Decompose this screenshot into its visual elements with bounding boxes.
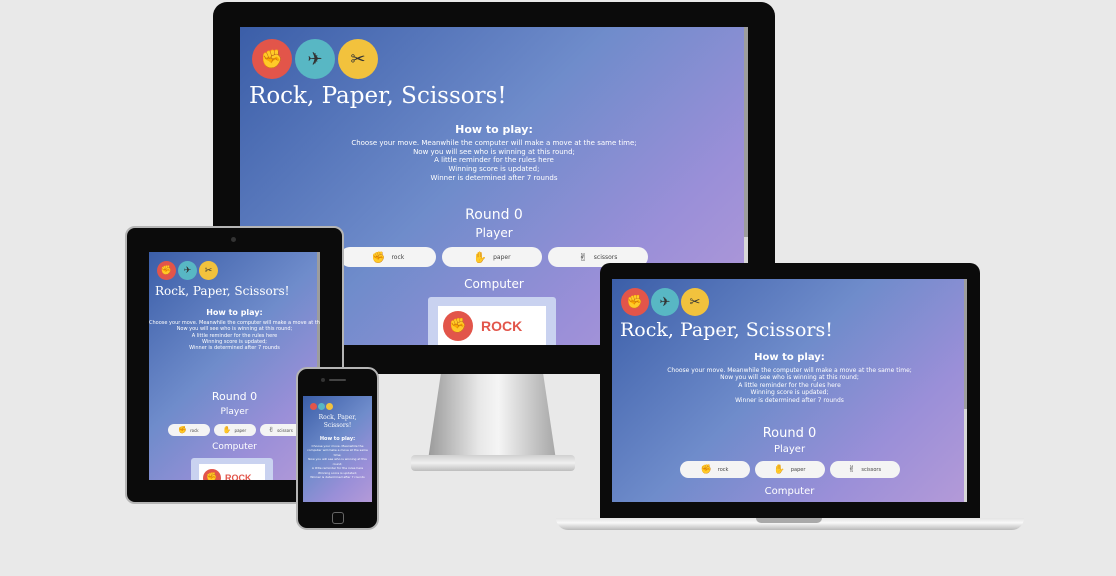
page-title: Rock, Paper, Scissors!: [155, 284, 290, 298]
rock-button[interactable]: ✊ rock: [679, 461, 750, 478]
page-title: Rock, Paper, Scissors!: [620, 319, 833, 341]
phone-home-button[interactable]: [332, 512, 344, 524]
paper-button[interactable]: ✋ paper: [213, 424, 256, 436]
page-title: Rock, Paper, Scissors!: [249, 83, 507, 109]
rock-hand-icon: ✊: [157, 261, 176, 280]
tablet-screen: ✊ ✈ ✂ Rock, Paper, Scissors! How to play…: [149, 252, 320, 480]
paper-plane-icon: ✈: [295, 39, 335, 79]
paper-button-label: paper: [234, 427, 247, 433]
logo: ✊ ✈ ✂: [252, 39, 378, 79]
rock-hand-icon: ✊: [371, 250, 386, 264]
how-to-play: How to play: Choose your move. Meanwhile…: [612, 352, 967, 404]
paper-button[interactable]: ✋ paper: [754, 461, 825, 478]
how-to-play: How to play: Choose your move. Meanwhile…: [306, 436, 369, 480]
how-to-play: How to play: Choose your move. Meanwhile…: [149, 308, 320, 351]
rock-button-label: rock: [391, 253, 405, 261]
laptop-notch: [756, 518, 822, 523]
scissors-button-label: scissors: [861, 466, 882, 473]
computer-label: Computer: [212, 442, 257, 452]
scissors-button-label: scissors: [277, 427, 293, 433]
paper-hand-icon: ✋: [473, 250, 488, 264]
scissors-hand-icon: ✌: [578, 250, 588, 264]
player-label: Player: [773, 444, 806, 455]
paper-hand-icon: ✋: [773, 464, 785, 475]
page-title: Rock, Paper, Scissors!: [318, 414, 357, 429]
computer-choice-text: ROCK: [481, 318, 523, 334]
computer-choice-card: ✊ ROCK: [438, 306, 546, 345]
monitor-stand: [428, 374, 556, 460]
scissors-icon: [326, 403, 333, 410]
laptop-screen: ✊ ✈ ✂ Rock, Paper, Scissors! How to play…: [612, 279, 967, 502]
how-to-line: Now you will see who is winning at this …: [720, 374, 859, 381]
how-to-line: Winner is determined after 7 rounds: [310, 475, 365, 479]
phone-screen: Rock, Paper, Scissors! How to play: Choo…: [303, 396, 372, 502]
paper-button-label: paper: [493, 253, 511, 261]
logo: ✊ ✈ ✂: [157, 261, 218, 280]
how-to-title: How to play:: [206, 308, 263, 317]
how-to-line: Choose your move. Meanwhile the computer…: [667, 366, 912, 374]
move-buttons: ✊ rock ✋ paper ✌ scissors: [149, 424, 320, 436]
paper-plane-icon: ✈: [178, 261, 197, 280]
rock-button[interactable]: ✊ rock: [340, 247, 436, 267]
how-to-title: How to play:: [754, 352, 825, 363]
phone-camera: [321, 378, 325, 382]
round-counter: Round 0: [465, 207, 523, 223]
tablet-camera: [231, 237, 236, 242]
how-to-line: A little reminder for the rules here: [434, 156, 554, 165]
how-to-line: Now you will see who is winning at this …: [413, 147, 575, 156]
how-to-line: Winner is determined after 7 rounds: [735, 396, 844, 404]
how-to-title: How to play:: [455, 123, 533, 136]
phone: Rock, Paper, Scissors! How to play: Choo…: [296, 367, 379, 530]
how-to-line: A little reminder for the rules here: [738, 381, 841, 389]
paper-button[interactable]: ✋ paper: [442, 247, 542, 267]
how-to-line: Now you will see who is winning at this …: [308, 457, 367, 466]
rock-hand-icon: ✊: [252, 39, 292, 79]
how-to-line: Choose your move. Meanwhile the computer…: [307, 443, 368, 457]
logo: ✊ ✈ ✂: [621, 288, 709, 316]
paper-plane-icon: ✈: [651, 288, 679, 316]
rock-button-label: rock: [190, 427, 199, 433]
scissors-icon: ✂: [338, 39, 378, 79]
logo: [310, 403, 333, 410]
scissors-hand-icon: ✌: [268, 426, 275, 434]
round-counter: Round 0: [211, 390, 258, 403]
scissors-icon: ✂: [681, 288, 709, 316]
rock-hand-icon: ✊: [443, 311, 473, 341]
scissors-hand-icon: ✌: [847, 464, 856, 475]
scissors-button-label: scissors: [593, 253, 618, 261]
rock-hand-icon: ✊: [700, 464, 712, 475]
rock-hand-icon: [310, 403, 317, 410]
scissors-icon: ✂: [199, 261, 218, 280]
paper-plane-icon: [318, 403, 325, 410]
how-to-line: Winner is determined after 7 rounds: [430, 173, 558, 182]
computer-choice-box: ✊ ROCK: [191, 458, 273, 480]
rock-hand-icon: ✊: [178, 426, 188, 434]
phone-speaker: [329, 379, 346, 381]
laptop: ✊ ✈ ✂ Rock, Paper, Scissors! How to play…: [600, 263, 980, 518]
computer-choice-card: ✊ ROCK: [199, 464, 265, 480]
rock-hand-icon: ✊: [621, 288, 649, 316]
rock-hand-icon: ✊: [203, 469, 221, 480]
rock-button[interactable]: ✊ rock: [167, 424, 210, 436]
paper-hand-icon: ✋: [222, 426, 232, 434]
move-buttons: ✊ rock ✋ paper ✌ scissors: [612, 461, 967, 478]
how-to-line: A little reminder for the rules here: [311, 466, 364, 470]
how-to-line: Winning score is updated;: [750, 389, 829, 396]
scissors-button[interactable]: ✌ scissors: [829, 461, 900, 478]
paper-button-label: paper: [790, 466, 806, 473]
how-to-line: Choose your move. Meanwhile the computer…: [351, 138, 637, 147]
how-to-title: How to play:: [319, 436, 356, 442]
how-to-play: How to play: Choose your move. Meanwhile…: [240, 123, 748, 183]
round-counter: Round 0: [762, 426, 817, 441]
computer-choice-text: ROCK: [225, 473, 252, 480]
rock-button-label: rock: [717, 466, 729, 473]
how-to-line: Winner is determined after 7 rounds: [189, 345, 280, 351]
computer-label: Computer: [764, 486, 815, 497]
player-label: Player: [220, 407, 249, 417]
how-to-line: Winning score is updated;: [448, 165, 540, 173]
monitor-base: [411, 455, 575, 471]
computer-choice-box: ✊ ROCK: [428, 297, 556, 345]
